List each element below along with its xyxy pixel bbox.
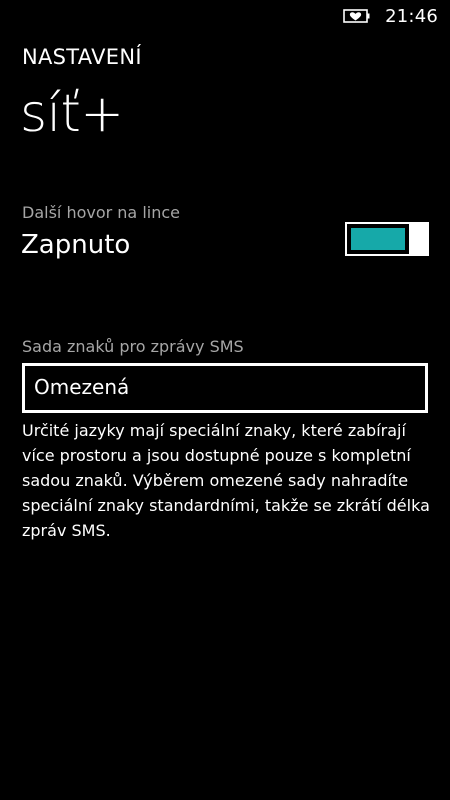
clock: 21:46	[385, 5, 438, 27]
call-waiting-status: Zapnuto	[21, 230, 131, 260]
toggle-fill	[351, 228, 405, 250]
toggle-thumb[interactable]	[409, 222, 429, 256]
call-waiting-label: Další hovor na lince	[22, 203, 180, 222]
sms-charset-selected-value: Omezená	[34, 375, 130, 399]
app-title: NASTAVENÍ	[22, 45, 142, 69]
sms-charset-select[interactable]: Omezená	[22, 363, 428, 413]
call-waiting-toggle[interactable]	[345, 222, 429, 256]
sms-charset-description: Určité jazyky mají speciální znaky, kter…	[22, 421, 430, 540]
sms-charset-label: Sada znaků pro zprávy SMS	[22, 337, 244, 356]
page-title: síť+	[20, 84, 124, 144]
toggle-track	[345, 222, 411, 256]
battery-icon	[343, 9, 370, 23]
status-bar: 21:46	[343, 0, 450, 32]
